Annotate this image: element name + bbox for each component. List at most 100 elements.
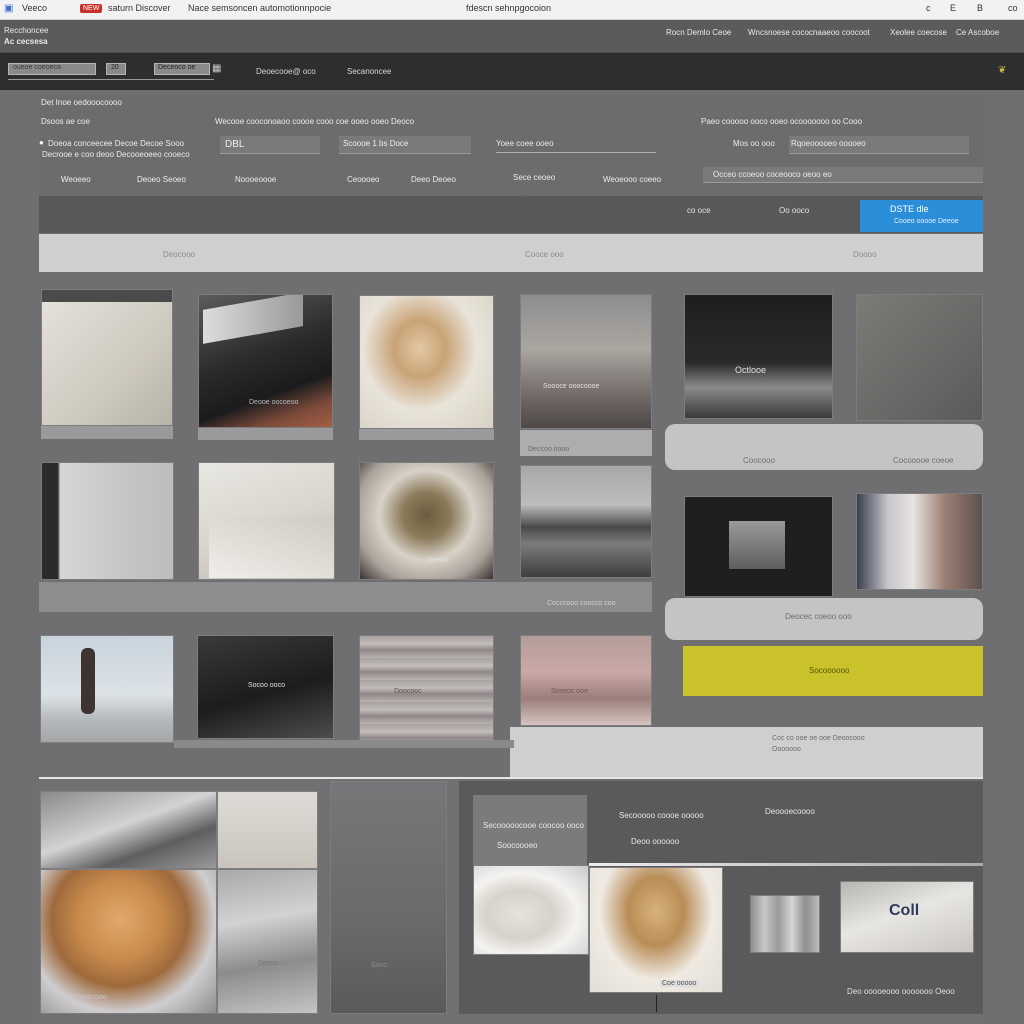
thumbnail-landscape[interactable] [520,465,652,578]
calendar-icon[interactable]: ▦ [212,63,221,75]
header-link-1[interactable]: Rocn Demlo Ceoe [666,28,731,37]
detail-panel: Secooooocooe coocoo ooco Soocoooeo Secoo… [459,781,983,1014]
filter-text-input-value: Occeo ccoeoo coceooco oeoo eo [713,170,832,179]
caption-fabric: Doocooc [394,688,422,695]
thumbnail-screen[interactable] [684,496,833,597]
thumbnail-amber-glass[interactable]: Deo Socccooo [40,869,217,1014]
filter-field-c-line [496,152,656,153]
thumbnail-dancer[interactable] [40,635,174,743]
filter-field-e-value: Rqoeooooeo ooooeo [791,139,866,148]
section-pill-2-label: Deocec coeoo ooo [785,612,852,621]
thumbnail-fabric[interactable]: Doocooc [359,635,494,741]
search-underline [8,79,214,80]
filter-chip[interactable]: 20 [106,63,126,75]
detail-sub-title: Deoo oooooo [631,837,680,846]
filter-field-b[interactable]: Scoooe 1 bs Doce [339,136,471,154]
filter-field-a[interactable]: DBL [220,136,320,154]
detail-title-2: Soocoooeo [497,841,538,850]
thumbnail-device[interactable]: Deooe oocoeoo [198,294,333,428]
column-header-2[interactable]: Deoeo Seoeo [137,175,186,184]
header-link-4[interactable]: Ce Ascoboe [956,28,999,37]
row2-band: Cocccooo coocco coo [39,582,652,612]
caption-device: Deooe oocoeoo [249,399,299,406]
thumbnail-pink[interactable]: Sceeoc ooe [520,635,652,726]
thumbnail-paper[interactable] [41,289,173,426]
filter-field-d[interactable]: Mos oo ooo [733,139,775,148]
bookmark-icon[interactable]: B [977,3,983,13]
thumbnail-mosaic-top[interactable] [40,791,217,869]
thumbnail-envelope[interactable] [198,462,335,580]
cloud-icon[interactable]: c [926,3,931,13]
thumbnail-dark-car[interactable]: Octlooe [684,294,833,419]
row3-left-band [174,740,514,748]
detail-panel-header-left: Secooooocooe coocoo ooco Soocoooeo [473,795,587,865]
caption-mosaic-gray: Doeoc [258,960,279,967]
search-input[interactable]: oueoe coeoeca [8,63,96,75]
section-pill-1: Coocooo Cocooooe coeoe [665,424,983,470]
nav-link-2[interactable]: Secanoncee [347,67,391,76]
nav-link-1[interactable]: Deoecooe@ oco [256,67,316,76]
coll-label: Coll [889,902,920,919]
browser-icon: ▣ [4,3,14,14]
column-header-6[interactable]: Sece ceoeo [513,173,563,183]
column-header-3[interactable]: Noooeoooe [235,175,276,184]
caption-row1-strip: Deccoo oooo [528,446,570,453]
address-bar[interactable]: fdescn sehnpgocoion [466,3,551,13]
app-header: Recchoncee Ac cecsesa Rocn Demlo Ceoe Wn… [0,20,1024,53]
tab-discover[interactable]: saturn Discover [108,3,171,13]
close-icon[interactable]: co [1008,3,1018,13]
filter-text-input[interactable]: Occeo ccoeoo coceooco oeoo eo [703,167,983,183]
date-field[interactable]: Deceoco oe [154,63,210,75]
column-header-5[interactable]: Deeo Deoeo [411,175,456,184]
thumbnail-mosaic-gray[interactable]: Doeoc [217,869,318,1014]
thumbnail-interior[interactable]: Soooce ooocoooe [520,294,652,429]
tab-veeco[interactable]: Veeco [22,3,47,13]
apply-filter-sublabel: Cooeo ooooe Deeoe [894,218,959,225]
caption-laptop: Socoo ooco [248,682,285,689]
header-line-1: Recchoncee [4,26,49,35]
radio-button-1[interactable]: ● [39,137,44,149]
caption-interior: Soooce ooocoooe [543,383,600,390]
thumbnail-coll[interactable]: Coll [840,881,974,953]
filter-field-e[interactable]: Rqoeooooeo ooooeo [789,136,969,154]
caption-pink: Sceeoc ooe [551,688,588,695]
edit-icon[interactable]: E [950,3,956,13]
thumbnail-bowl[interactable]: Deeoo [359,462,494,580]
thumbnail-door[interactable] [41,462,174,580]
thumbnail-device-shadow [198,428,333,440]
column-header-1[interactable]: Weoeeo [61,175,91,184]
row1-separator: Deccoo oooo [520,430,652,456]
header-link-2[interactable]: Wncsnoese cococnaaeoo coocoot [748,28,870,37]
filter-heading: Det Inoe oedooocoooo [41,98,122,107]
thumbnail-pastry[interactable] [359,295,494,429]
detail-footer-caption: Deo ooooeooo ooooooo Oeoo [847,987,955,996]
apply-filter-label: DSTE dle [890,204,929,214]
plant-icon[interactable]: ❦ [998,65,1006,77]
thumbnail-columns[interactable] [750,895,820,953]
window-title-bar: ▣ Veeco NEW saturn Discover Nace semsonc… [0,0,1024,20]
filter-action-strip: co oce Oo ooco DSTE dle Cooeo ooooe Deeo… [39,196,983,233]
toolbar: oueoe coeoeca 20 Deceoco oe ▦ Deoecooe@ … [0,53,1024,90]
promo-banner-yellow[interactable]: Socoooooo [683,646,983,696]
thumbnail-laptop[interactable]: Socoo ooco [197,635,334,739]
header-line-2: Ac cecsesa [4,37,48,46]
thumbnail-cups[interactable] [473,865,589,955]
thumbnail-mosaic-card[interactable] [217,791,318,869]
caption-bowl: Deeoo [428,557,449,564]
section-pill-1-label-b: Cocooooe coeoe [893,456,954,465]
thumbnail-bread[interactable]: Coe ooooo [589,867,723,993]
header-link-3[interactable]: Xeolee coecose [890,28,947,37]
tab-automotion[interactable]: Nace semsoncen automotionnpocie [188,3,331,13]
results-header-band: Deocooo Cooce ooo Doooo [39,234,983,272]
filter-field-c[interactable]: Yoee coee ooeo [496,139,554,148]
apply-filter-button[interactable]: DSTE dle Cooeo ooooe Deeoe [860,200,983,232]
caption-row2-strip: Cocccooo coocco coo [547,600,616,607]
thumbnail-silhouette[interactable]: Soco [330,781,447,1014]
band-label-2: Cooce ooo [525,250,564,259]
thumbnail-figure[interactable] [856,493,983,590]
thumbnail-gray[interactable] [856,294,983,421]
column-header-7[interactable]: Weoeooo coeeo [603,175,661,184]
date-field-label: Deceoco oe [158,64,196,71]
column-header-4[interactable]: Ceoooeo [347,175,379,184]
bread-tag: Coe ooooo [660,980,699,987]
